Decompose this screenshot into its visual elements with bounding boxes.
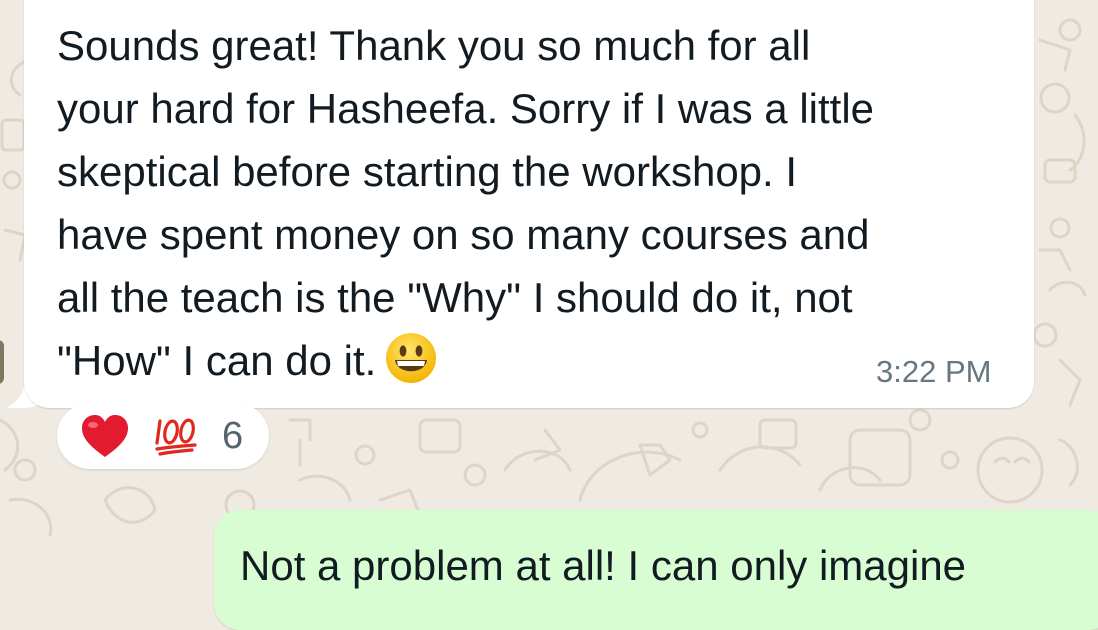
message-reactions[interactable]: 6 <box>57 403 269 469</box>
incoming-message-body: Sounds great! Thank you so much for all … <box>57 22 875 384</box>
hundred-points-emoji-icon <box>155 418 197 456</box>
sender-avatar[interactable] <box>0 340 4 384</box>
red-heart-emoji-icon <box>82 415 128 457</box>
outgoing-message-text: Not a problem at all! I can only imagine <box>240 542 967 589</box>
incoming-message-text: Sounds great! Thank you so much for all … <box>57 14 1017 392</box>
reaction-count: 6 <box>222 415 244 457</box>
grinning-face-emoji-icon <box>386 333 437 383</box>
outgoing-message-bubble[interactable]: Not a problem at all! I can only imagine <box>214 510 1098 630</box>
incoming-message-bubble[interactable]: Sounds great! Thank you so much for all … <box>24 0 1034 408</box>
message-timestamp: 3:22 PM <box>876 354 992 389</box>
